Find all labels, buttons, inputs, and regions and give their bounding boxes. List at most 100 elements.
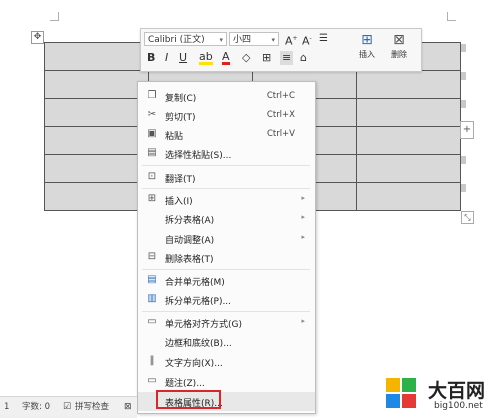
menu-item-label: 复制(C) <box>165 94 197 104</box>
menu-item-label: 拆分表格(A) <box>165 216 215 226</box>
menu-item-autofit[interactable]: 自动调整(A) ▸ <box>138 229 315 248</box>
submenu-arrow-icon: ▸ <box>301 213 305 221</box>
translate-icon: ⊡ <box>147 171 157 182</box>
menu-item-label: 翻译(T) <box>165 175 196 185</box>
menu-item-split-cells[interactable]: ▥ 拆分单元格(P)... <box>138 290 315 309</box>
table-col-border <box>44 42 45 211</box>
logo-mark-icon <box>386 378 416 408</box>
row-marker <box>461 72 466 80</box>
context-menu: ❐ 复制(C) Ctrl+C ✂ 剪切(T) Ctrl+X ▣ 粘贴 Ctrl+… <box>137 81 316 414</box>
menu-item-split-table[interactable]: 拆分表格(A) ▸ <box>138 209 315 228</box>
menu-item-label: 自动调整(A) <box>165 236 215 246</box>
font-name-select[interactable]: Calibri (正文) ▾ <box>144 32 227 46</box>
table-delete-icon: ⊠ <box>393 32 405 48</box>
menu-item-cut[interactable]: ✂ 剪切(T) Ctrl+X <box>138 106 315 125</box>
menu-item-delete-table[interactable]: ⊟ 删除表格(T) <box>138 248 315 267</box>
font-color-icon[interactable]: A <box>222 51 230 65</box>
caption-icon: ▭ <box>147 375 157 386</box>
menu-item-label: 题注(Z)... <box>165 379 205 389</box>
menu-item-insert[interactable]: ⊞ 插入(I) ▸ <box>138 190 315 209</box>
page-corner-mark <box>447 12 456 21</box>
add-column-button[interactable]: + <box>460 121 474 139</box>
menu-item-shortcut: Ctrl+C <box>266 91 295 101</box>
menu-item-label: 粘贴 <box>165 132 184 142</box>
logo-url: big100.net <box>434 401 483 411</box>
submenu-arrow-icon: ▸ <box>301 233 305 241</box>
row-marker <box>461 156 466 164</box>
highlight-icon[interactable]: ab <box>199 51 213 65</box>
row-marker <box>461 100 466 108</box>
text-direction-icon: ‖ <box>149 355 155 366</box>
menu-item-paste-special[interactable]: ▤ 选择性粘贴(S)... <box>138 144 315 163</box>
table-insert-icon: ⊞ <box>361 32 373 48</box>
menu-item-label: 选择性粘贴(S)... <box>165 151 232 161</box>
menu-item-caption[interactable]: ▭ 题注(Z)... <box>138 372 315 391</box>
menu-item-translate[interactable]: ⊡ 翻译(T) <box>138 168 315 187</box>
menu-item-merge-cells[interactable]: ▤ 合并单元格(M) <box>138 271 315 290</box>
menu-separator <box>142 269 310 270</box>
line-spacing-icon[interactable]: ☰ <box>319 32 328 46</box>
insert-label: 插入 <box>359 50 375 59</box>
watermark-logo: 大百网 big100.net <box>384 374 500 417</box>
menu-item-paste[interactable]: ▣ 粘贴 Ctrl+V <box>138 125 315 144</box>
scissors-icon: ✂ <box>147 109 157 120</box>
cell-align-icon: ▭ <box>147 316 157 327</box>
italic-icon[interactable]: I <box>165 51 168 65</box>
submenu-arrow-icon: ▸ <box>301 194 305 202</box>
page-corner-mark <box>50 12 59 21</box>
table-resize-handle-icon[interactable]: ⤡ <box>461 211 474 224</box>
font-size-value: 小四 <box>233 35 252 45</box>
floating-format-toolbar: Calibri (正文) ▾ 小四 ▾ A+ A- ☰ B I U ab A ◇… <box>140 28 422 72</box>
menu-item-label: 单元格对齐方式(G) <box>165 320 242 330</box>
submenu-arrow-icon: ▸ <box>301 317 305 325</box>
menu-item-label: 删除表格(T) <box>165 255 214 265</box>
menu-item-text-direction[interactable]: ‖ 文字方向(X)... <box>138 352 315 371</box>
menu-item-shortcut: Ctrl+X <box>266 110 295 120</box>
row-marker <box>461 44 466 52</box>
border-icon[interactable]: ⊞ <box>262 51 271 65</box>
chevron-down-icon: ▾ <box>219 36 223 44</box>
word-count[interactable]: 字数: 0 <box>22 397 50 417</box>
menu-item-copy[interactable]: ❐ 复制(C) Ctrl+C <box>138 87 315 106</box>
table-delete-icon: ⊟ <box>147 251 157 262</box>
menu-item-label: 插入(I) <box>165 197 193 207</box>
menu-separator <box>142 165 310 166</box>
shrink-font-icon[interactable]: A- <box>302 32 312 49</box>
menu-item-shortcut: Ctrl+V <box>266 129 295 139</box>
menu-item-label: 拆分单元格(P)... <box>165 297 232 307</box>
page-number: 1 <box>4 402 10 412</box>
spell-check-icon: ☑ <box>63 402 72 412</box>
table-delete-button[interactable]: ⊠ 删除 <box>386 31 412 67</box>
highlight-box <box>156 390 221 409</box>
font-size-select[interactable]: 小四 ▾ <box>229 32 279 46</box>
eraser-icon[interactable]: ⌂ <box>300 51 307 65</box>
row-marker <box>461 184 466 192</box>
menu-item-label: 剪切(T) <box>165 113 196 123</box>
delete-label: 删除 <box>391 50 407 59</box>
paste-icon: ▣ <box>147 128 157 139</box>
paste-special-icon: ▤ <box>147 147 157 158</box>
grow-font-icon[interactable]: A+ <box>285 32 298 49</box>
table-move-handle-icon[interactable]: ✥ <box>31 31 44 44</box>
logo-name: 大百网 <box>428 380 486 402</box>
menu-item-label: 文字方向(X)... <box>165 359 223 369</box>
menu-item-label: 边框和底纹(B)... <box>165 339 232 349</box>
chevron-down-icon: ▾ <box>271 36 275 44</box>
status-bar: 1 字数: 0 ☑ 拼写检查 ⊠ <box>0 396 137 418</box>
table-insert-icon: ⊞ <box>147 193 157 204</box>
table-insert-button[interactable]: ⊞ 插入 <box>354 31 380 67</box>
menu-item-label: 合并单元格(M) <box>165 278 225 288</box>
split-cells-icon: ▥ <box>147 293 157 304</box>
align-icon[interactable]: ≡ <box>280 51 294 65</box>
bold-icon[interactable]: B <box>147 51 155 65</box>
menu-separator <box>142 311 310 312</box>
menu-separator <box>142 188 310 189</box>
status-extra-icon: ⊠ <box>124 402 132 412</box>
underline-icon[interactable]: U <box>179 51 187 65</box>
menu-item-cell-alignment[interactable]: ▭ 单元格对齐方式(G) ▸ <box>138 313 315 332</box>
menu-item-borders-shading[interactable]: 边框和底纹(B)... <box>138 332 315 351</box>
copy-icon: ❐ <box>147 90 157 101</box>
merge-cells-icon: ▤ <box>147 274 157 285</box>
spell-check-button[interactable]: 拼写检查 <box>75 397 109 417</box>
shading-icon[interactable]: ◇ <box>242 51 250 65</box>
